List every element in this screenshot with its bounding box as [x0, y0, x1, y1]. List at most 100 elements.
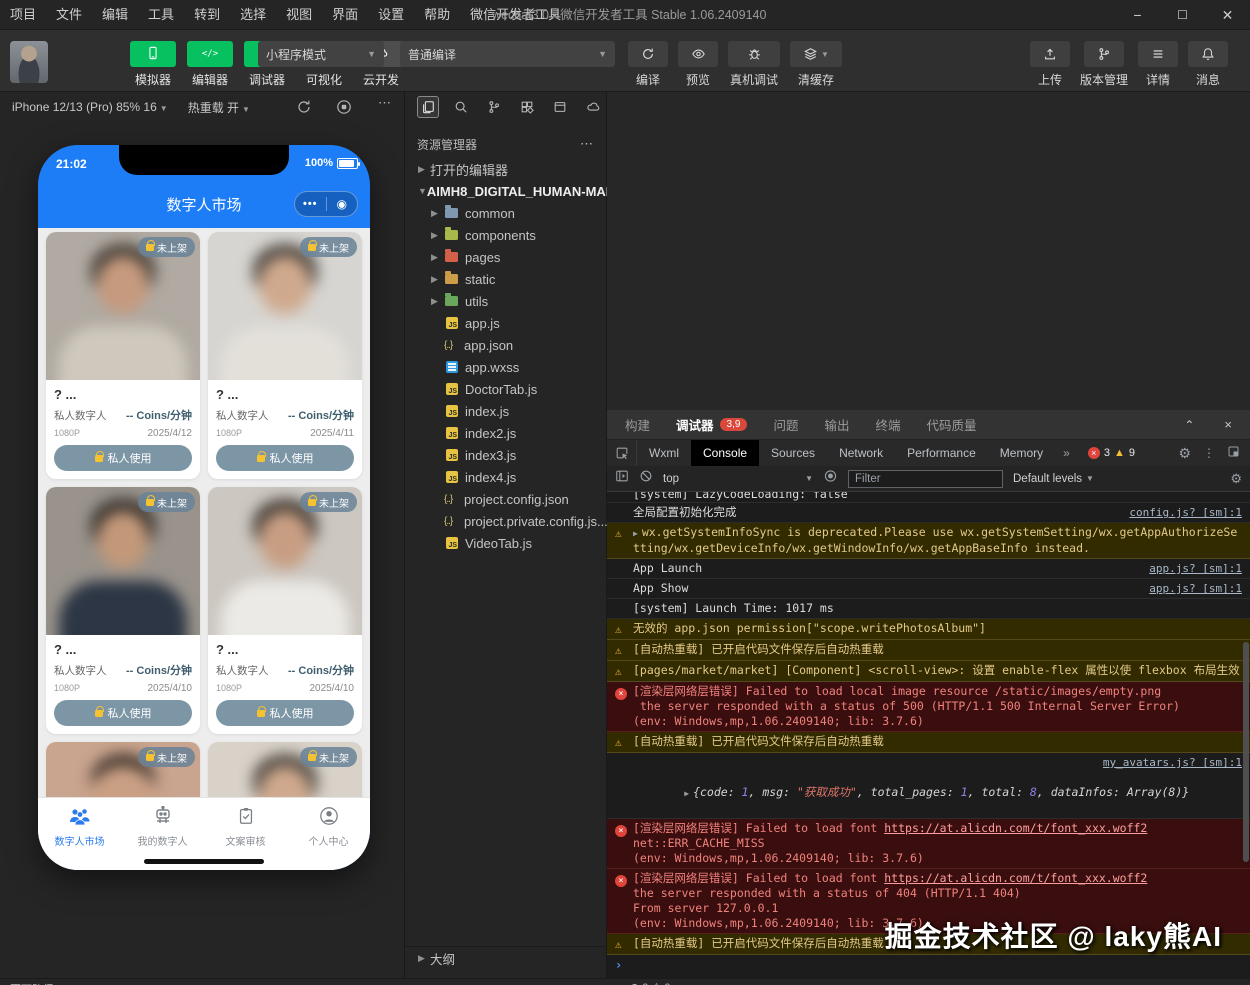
- more-tabs-icon[interactable]: »: [1055, 446, 1078, 460]
- expand-arrow-icon[interactable]: ▶: [684, 789, 689, 798]
- digital-human-card[interactable]: 未上架 ? ... 私人数字人 -- Coins/分钟 1080P 2025/4/1…: [208, 487, 362, 734]
- search-icon[interactable]: [450, 96, 472, 118]
- miniprogram-mode-dropdown[interactable]: 小程序模式 ▼: [258, 41, 384, 67]
- file-project-config-json[interactable]: {..} project.config.json: [405, 488, 606, 510]
- editor-toggle-button[interactable]: </> 编辑器: [187, 41, 233, 88]
- compile-button[interactable]: 编译: [628, 41, 668, 88]
- file-index-js[interactable]: JS index.js: [405, 400, 606, 422]
- exit-target-icon[interactable]: ◉: [327, 197, 358, 211]
- file-index4-js[interactable]: JS index4.js: [405, 466, 606, 488]
- user-avatar[interactable]: [10, 41, 48, 83]
- collapse-panel-icon[interactable]: ⌃: [1184, 418, 1194, 432]
- tab-problems[interactable]: 问题: [773, 415, 798, 434]
- file-app-wxss[interactable]: app.wxss: [405, 356, 606, 378]
- cloud-sync-icon[interactable]: [582, 96, 604, 118]
- font-url-link[interactable]: https://at.alicdn.com/t/font_xxx.woff2: [884, 871, 1147, 885]
- dock-side-icon[interactable]: [1227, 445, 1240, 461]
- clear-console-icon[interactable]: [639, 469, 653, 488]
- simulator-toggle-button[interactable]: 模拟器: [130, 41, 176, 88]
- source-link[interactable]: app.js? [sm]:1: [1149, 561, 1242, 576]
- folder-common[interactable]: ▶ common: [405, 202, 606, 224]
- file-doctortab-js[interactable]: JS DoctorTab.js: [405, 378, 606, 400]
- extensions-icon[interactable]: [516, 96, 538, 118]
- close-panel-icon[interactable]: ×: [1224, 417, 1232, 432]
- device-selector[interactable]: iPhone 12/13 (Pro) 85% 16 ▼: [12, 100, 168, 114]
- folder-static[interactable]: ▶ static: [405, 268, 606, 290]
- capsule-menu[interactable]: ••• ◉: [294, 191, 358, 217]
- window-icon[interactable]: [549, 96, 571, 118]
- tab-my-digital-human[interactable]: 我的数字人: [121, 798, 204, 856]
- menu-interface[interactable]: 界面: [322, 0, 368, 30]
- eye-filter-icon[interactable]: [823, 469, 838, 488]
- tab-code-quality[interactable]: 代码质量: [926, 415, 976, 434]
- tab-terminal[interactable]: 终端: [875, 415, 900, 434]
- file-videotab-js[interactable]: JS VideoTab.js: [405, 532, 606, 554]
- tab-debugger[interactable]: 调试器 3,9: [676, 415, 748, 434]
- devtools-tab-console[interactable]: Console: [691, 440, 760, 466]
- file-app-js[interactable]: JS app.js: [405, 312, 606, 334]
- folder-utils[interactable]: ▶ utils: [405, 290, 606, 312]
- file-project-private-config[interactable]: {..} project.private.config.js...: [405, 510, 608, 532]
- menu-settings[interactable]: 设置: [368, 0, 414, 30]
- remote-debug-button[interactable]: 真机调试: [728, 41, 780, 88]
- console-scrollbar[interactable]: [1243, 642, 1249, 862]
- version-control-button[interactable]: 版本管理: [1080, 41, 1128, 88]
- kebab-menu-icon[interactable]: ⋮: [1203, 446, 1215, 460]
- menu-tools[interactable]: 工具: [138, 0, 184, 30]
- log-levels-dropdown[interactable]: Default levels ▼: [1013, 473, 1094, 485]
- console-settings-icon[interactable]: ⚙: [1230, 471, 1242, 487]
- menu-project[interactable]: 项目: [0, 0, 46, 30]
- devtools-tab-memory[interactable]: Memory: [988, 440, 1055, 466]
- details-button[interactable]: 详情: [1138, 41, 1178, 88]
- messages-button[interactable]: 消息: [1188, 41, 1228, 88]
- menu-help[interactable]: 帮助: [414, 0, 460, 30]
- expand-arrow-icon[interactable]: ▶: [633, 529, 638, 538]
- private-use-button[interactable]: 私人使用: [216, 700, 354, 726]
- outline-section[interactable]: ▶ 大纲: [405, 946, 606, 970]
- devtools-tab-sources[interactable]: Sources: [759, 440, 827, 466]
- private-use-button[interactable]: 私人使用: [54, 445, 192, 471]
- menu-select[interactable]: 选择: [230, 0, 276, 30]
- digital-human-card[interactable]: 未上架 ? ... 私人数字人 -- Coins/分钟 1080P 2025/4/1…: [208, 232, 362, 479]
- hot-reload-toggle[interactable]: 热重载 开 ▼: [188, 99, 250, 116]
- digital-human-card[interactable]: 未上架 ? ... 私人数字人 -- Coins/分钟 1080P 2025/4/1…: [46, 232, 200, 479]
- git-branch-icon[interactable]: [483, 96, 505, 118]
- console-prompt[interactable]: ›: [607, 955, 1250, 975]
- compile-mode-dropdown[interactable]: 普通编译 ▼: [400, 41, 615, 67]
- settings-gear-icon[interactable]: ⚙: [1178, 445, 1191, 462]
- devtools-tab-performance[interactable]: Performance: [895, 440, 988, 466]
- menu-edit[interactable]: 编辑: [92, 0, 138, 30]
- private-use-button[interactable]: 私人使用: [216, 445, 354, 471]
- menu-goto[interactable]: 转到: [184, 0, 230, 30]
- folder-components[interactable]: ▶ components: [405, 224, 606, 246]
- file-index2-js[interactable]: JS index2.js: [405, 422, 606, 444]
- devtools-tab-wxml[interactable]: Wxml: [637, 440, 691, 466]
- inspect-element-icon[interactable]: [607, 440, 637, 466]
- project-root-folder[interactable]: ▼ AIMH8_DIGITAL_HUMAN-MAIN: [405, 180, 619, 202]
- digital-human-card[interactable]: 未上架 ? ... 私人数字人 -- Coins/分钟 1080P 2025/4/1…: [46, 487, 200, 734]
- file-index3-js[interactable]: JS index3.js: [405, 444, 606, 466]
- more-actions-icon[interactable]: ⋯: [580, 136, 594, 152]
- more-options-icon[interactable]: ⋯: [378, 95, 391, 111]
- private-use-button[interactable]: 私人使用: [54, 700, 192, 726]
- maximize-button[interactable]: ☐: [1160, 0, 1205, 30]
- minimize-button[interactable]: −: [1115, 0, 1160, 30]
- open-editors-section[interactable]: ▶ 打开的编辑器: [405, 158, 606, 180]
- file-app-json[interactable]: {..} app.json: [405, 334, 606, 356]
- stop-icon[interactable]: [336, 99, 352, 118]
- tab-output[interactable]: 输出: [824, 415, 849, 434]
- clear-cache-button[interactable]: ▼ 清缓存: [790, 41, 842, 88]
- console-filter-input[interactable]: [848, 469, 1003, 488]
- preview-button[interactable]: 预览: [678, 41, 718, 88]
- console-issue-counts[interactable]: × 3 ▲ 9: [1087, 447, 1135, 459]
- upload-button[interactable]: 上传: [1029, 41, 1070, 88]
- devtools-tab-network[interactable]: Network: [827, 440, 895, 466]
- restart-icon[interactable]: [296, 99, 312, 118]
- files-icon[interactable]: [417, 96, 439, 118]
- close-button[interactable]: ✕: [1205, 0, 1250, 30]
- menu-view[interactable]: 视图: [276, 0, 322, 30]
- source-link[interactable]: app.js? [sm]:1: [1149, 581, 1242, 596]
- source-link[interactable]: config.js? [sm]:1: [1129, 505, 1242, 520]
- tab-build[interactable]: 构建: [625, 415, 650, 434]
- source-link[interactable]: my_avatars.js? [sm]:1: [1103, 755, 1242, 770]
